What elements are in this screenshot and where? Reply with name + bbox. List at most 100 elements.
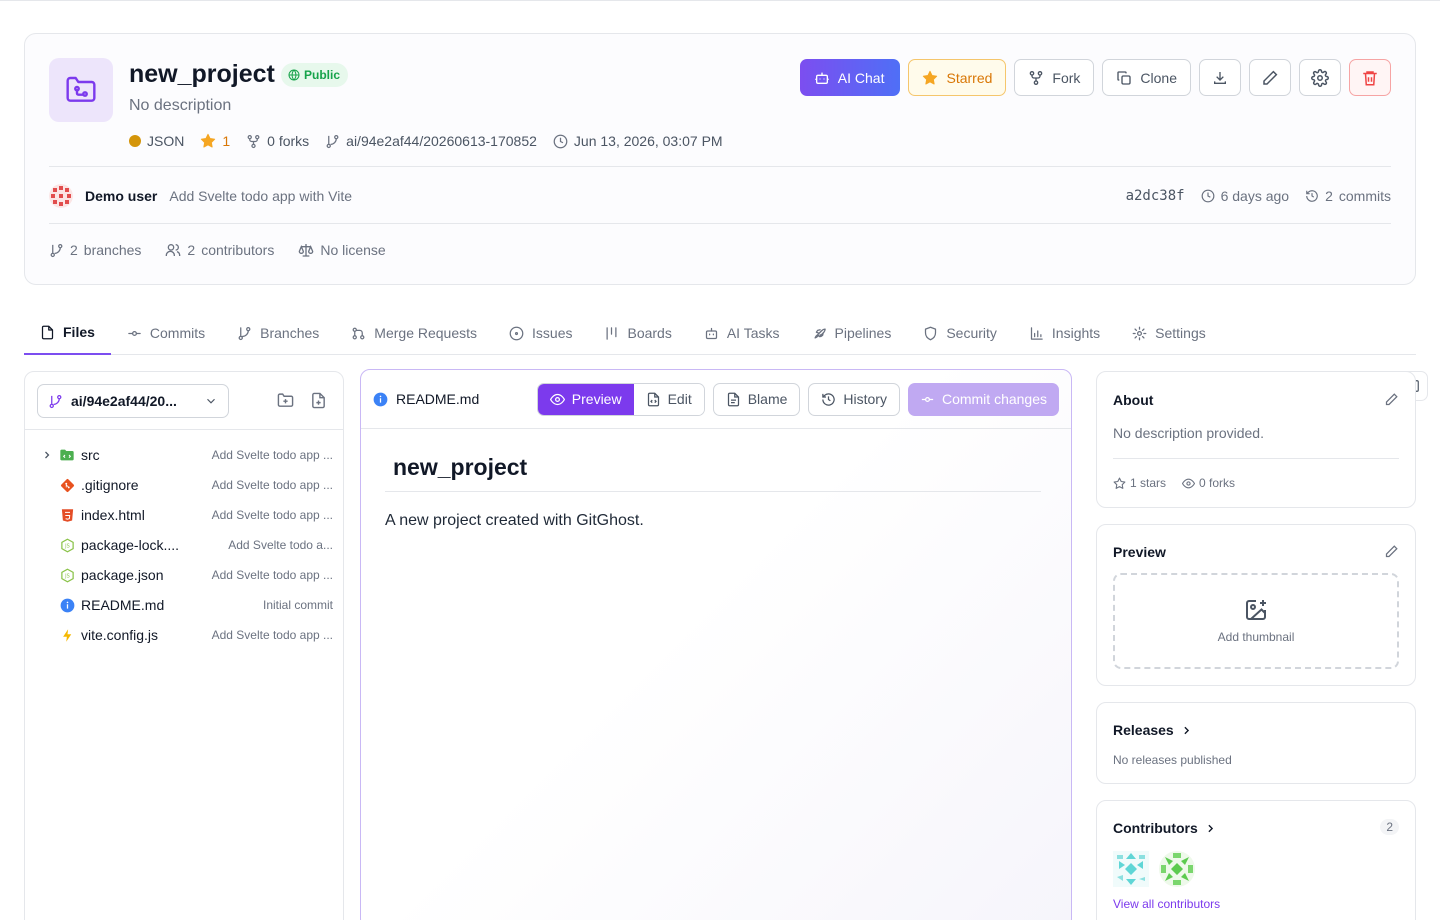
rocket-icon: [814, 328, 826, 338]
tab-security[interactable]: Security: [907, 311, 1013, 355]
repo-meta: JSON 1 0 forks ai/94e2af44/20260613-1708…: [129, 131, 723, 151]
gear-icon: [1132, 326, 1147, 340]
tree-folder[interactable]: src Add Svelte todo app ...: [37, 440, 333, 470]
robot-icon: [815, 72, 829, 84]
edit-about-button[interactable]: [1384, 392, 1399, 407]
readme-paragraph: A new project created with GitGhost.: [385, 512, 644, 529]
about-title: About: [1113, 392, 1154, 408]
branch-selector[interactable]: ai/94e2af44/20...: [37, 384, 229, 418]
tab-commits[interactable]: Commits: [111, 311, 221, 355]
file-commit-message[interactable]: Initial commit: [263, 598, 333, 612]
commit-info: a2dc38f 6 days ago 2 commits: [1126, 188, 1391, 204]
file-name: README.md: [81, 597, 165, 613]
tree-file[interactable]: index.html Add Svelte todo app ...: [37, 500, 333, 530]
branches-link[interactable]: 2 branches: [49, 242, 141, 258]
repo-settings-button[interactable]: [1299, 59, 1341, 96]
contributors-card: Contributors 2 View all contributors: [1096, 800, 1416, 920]
download-icon: [1214, 71, 1226, 84]
visibility-label: Public: [304, 68, 341, 82]
visibility-badge: Public: [281, 63, 349, 87]
history-button[interactable]: History: [808, 382, 900, 416]
file-commit-message[interactable]: Add Svelte todo app ...: [212, 448, 333, 462]
tab-insights[interactable]: Insights: [1013, 311, 1116, 355]
blame-button[interactable]: Blame: [712, 382, 801, 416]
tab-ai-tasks[interactable]: AI Tasks: [688, 311, 796, 355]
tab-boards[interactable]: Boards: [588, 311, 687, 355]
image-plus-icon: [1246, 600, 1266, 620]
folder-plus-icon: [277, 393, 294, 407]
last-commit-row: Demo user Add Svelte todo app with Vite …: [49, 184, 1391, 208]
info-icon: [57, 598, 77, 613]
branch-ref[interactable]: ai/94e2af44/20260613-170852: [325, 133, 537, 149]
node-icon: JS: [57, 568, 77, 583]
tab-merge-requests[interactable]: Merge Requests: [335, 311, 493, 355]
tree-file[interactable]: README.md Initial commit: [37, 590, 333, 620]
git-icon: [57, 478, 77, 493]
edit-repo-button[interactable]: [1249, 59, 1291, 96]
commit-author[interactable]: Demo user: [85, 188, 157, 204]
chevron-down-icon: [207, 398, 215, 404]
view-all-contributors-link[interactable]: View all contributors: [1113, 897, 1220, 911]
avatar[interactable]: [1113, 851, 1149, 887]
about-stars[interactable]: 1 stars: [1113, 476, 1166, 490]
eye-icon: [549, 393, 565, 405]
file-plus-icon: [312, 392, 325, 409]
tree-file[interactable]: JS package.json Add Svelte todo app ...: [37, 560, 333, 590]
file-commit-message[interactable]: Add Svelte todo app ...: [212, 628, 333, 642]
download-button[interactable]: [1199, 59, 1241, 96]
starred-button[interactable]: Starred: [908, 59, 1007, 96]
tab-pipelines[interactable]: Pipelines: [796, 311, 908, 355]
star-count[interactable]: 1: [200, 133, 230, 149]
issue-icon: [509, 326, 524, 340]
commit-hash[interactable]: a2dc38f: [1126, 188, 1185, 204]
branch-icon: [326, 134, 339, 148]
trash-icon: [1363, 70, 1377, 85]
commits-link[interactable]: 2 commits: [1305, 188, 1391, 204]
new-file-button[interactable]: [310, 392, 327, 409]
fork-count[interactable]: 0 forks: [246, 133, 309, 149]
expand-toggle[interactable]: [37, 449, 57, 461]
clone-button[interactable]: Clone: [1102, 59, 1191, 96]
repo-description: No description: [129, 97, 232, 114]
delete-repo-button[interactable]: [1349, 59, 1391, 96]
contributors-link[interactable]: 2 contributors: [165, 242, 274, 258]
file-commit-message[interactable]: Add Svelte todo app ...: [212, 508, 333, 522]
new-folder-button[interactable]: [277, 392, 294, 409]
about-forks[interactable]: 0 forks: [1182, 476, 1235, 490]
tab-files[interactable]: Files: [24, 311, 111, 355]
releases-link[interactable]: Releases: [1113, 722, 1193, 738]
repo-actions: AI Chat Starred Fork Clone: [799, 59, 1391, 96]
svg-text:JS: JS: [64, 543, 70, 549]
tab-settings[interactable]: Settings: [1116, 311, 1222, 355]
ai-chat-button[interactable]: AI Chat: [799, 59, 901, 96]
avatar[interactable]: [1159, 851, 1195, 887]
file-commit-message[interactable]: Add Svelte todo app ...: [212, 478, 333, 492]
preview-button[interactable]: Preview: [537, 383, 634, 415]
add-thumbnail-dropzone[interactable]: Add thumbnail: [1113, 573, 1399, 669]
tree-file[interactable]: vite.config.js Add Svelte todo app ...: [37, 620, 333, 650]
pencil-icon: [1385, 545, 1398, 558]
tab-branches[interactable]: Branches: [221, 311, 335, 355]
repo-header: new_project Public No description JSON 1…: [24, 33, 1416, 285]
commit-changes-button[interactable]: Commit changes: [907, 382, 1059, 416]
clock-icon: [1201, 189, 1214, 203]
repo-name: new_project: [129, 60, 275, 88]
fork-button[interactable]: Fork: [1014, 59, 1095, 96]
avatar[interactable]: [49, 184, 73, 208]
tab-issues[interactable]: Issues: [493, 311, 588, 355]
gear-icon: [1311, 68, 1329, 87]
header-divider: [49, 166, 1391, 167]
tree-file[interactable]: .gitignore Add Svelte todo app ...: [37, 470, 333, 500]
commit-message[interactable]: Add Svelte todo app with Vite: [169, 188, 352, 204]
tree-file[interactable]: JS package-lock.... Add Svelte todo a...: [37, 530, 333, 560]
file-commit-message[interactable]: Add Svelte todo a...: [228, 538, 333, 552]
contributor-avatars: [1113, 851, 1195, 887]
file-name: index.html: [81, 507, 145, 523]
edit-button[interactable]: Edit: [633, 383, 704, 415]
robot-icon: [705, 327, 717, 339]
contributors-title-link[interactable]: Contributors: [1113, 820, 1217, 836]
shield-icon: [925, 326, 937, 340]
about-stats: 1 stars 0 forks: [1113, 476, 1235, 490]
file-commit-message[interactable]: Add Svelte todo app ...: [212, 568, 333, 582]
edit-preview-button[interactable]: [1384, 544, 1399, 559]
